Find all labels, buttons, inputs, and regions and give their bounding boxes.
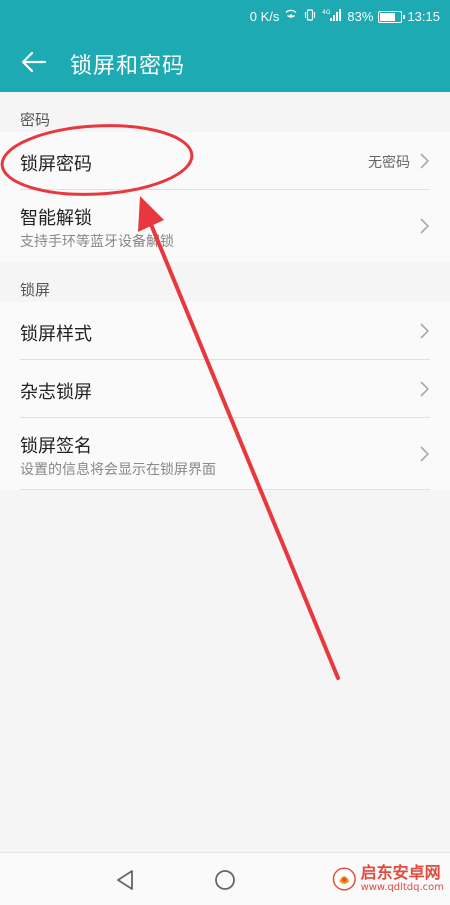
page-title: 锁屏和密码	[70, 54, 186, 79]
chevron-right-icon	[420, 381, 430, 397]
row-lock-screen-password[interactable]: 锁屏密码 无密码	[0, 132, 450, 190]
row-lock-screen-style[interactable]: 锁屏样式	[0, 302, 450, 360]
row-title: 智能解锁	[20, 208, 92, 229]
battery-percent: 83%	[347, 9, 374, 24]
chevron-right-icon	[420, 153, 430, 169]
row-title: 锁屏签名	[20, 436, 92, 457]
chevron-right-icon	[420, 323, 430, 339]
row-smart-unlock[interactable]: 智能解锁 支持手环等蓝牙设备解锁	[0, 190, 450, 262]
row-subtitle: 设置的信息将会显示在锁屏界面	[20, 462, 216, 478]
chevron-right-icon	[420, 446, 430, 462]
watermark-logo-icon	[332, 867, 356, 891]
hotspot-icon	[284, 8, 298, 25]
toolbar: 锁屏和密码	[0, 32, 450, 92]
watermark-name: 启东安卓网	[360, 863, 441, 882]
network-type: 4G	[322, 9, 331, 16]
circle-home-icon	[215, 870, 235, 890]
clock: 13:15	[407, 9, 440, 24]
network-speed: 0 K/s	[249, 9, 280, 24]
vibrate-icon	[303, 8, 317, 25]
status-bar: 0 K/s 4G 83% 13:15	[0, 0, 450, 32]
watermark: 启东安卓网 www.qdltdq.com	[332, 858, 444, 900]
watermark-url: www.qdltdq.com	[360, 882, 444, 893]
row-magazine-lock-screen[interactable]: 杂志锁屏	[0, 360, 450, 418]
app-bar: 0 K/s 4G 83% 13:15 锁屏和密码	[0, 0, 450, 92]
signal-icon: 4G	[322, 8, 342, 25]
back-button[interactable]	[14, 42, 54, 82]
nav-back-button[interactable]	[107, 863, 143, 897]
row-title: 锁屏密码	[20, 154, 92, 175]
divider	[20, 489, 430, 490]
battery-icon	[378, 10, 406, 23]
chevron-right-icon	[420, 218, 430, 234]
section-header-password: 密码	[0, 96, 450, 136]
password-section: 锁屏密码 无密码 智能解锁 支持手环等蓝牙设备解锁	[0, 132, 450, 262]
row-lock-screen-signature[interactable]: 锁屏签名 设置的信息将会显示在锁屏界面	[0, 418, 450, 490]
arrow-left-icon	[21, 51, 47, 73]
section-header-lock-screen: 锁屏	[0, 266, 450, 306]
lock-screen-section: 锁屏样式 杂志锁屏 锁屏签名 设置的信息将会显示在锁屏界面	[0, 302, 450, 490]
row-title: 锁屏样式	[20, 324, 92, 345]
row-title: 杂志锁屏	[20, 382, 92, 403]
section-header-label: 锁屏	[20, 281, 51, 299]
section-header-label: 密码	[20, 111, 51, 129]
row-value: 无密码	[368, 155, 410, 171]
row-subtitle: 支持手环等蓝牙设备解锁	[20, 234, 174, 250]
nav-home-button[interactable]	[207, 863, 243, 897]
triangle-back-icon	[117, 870, 133, 890]
